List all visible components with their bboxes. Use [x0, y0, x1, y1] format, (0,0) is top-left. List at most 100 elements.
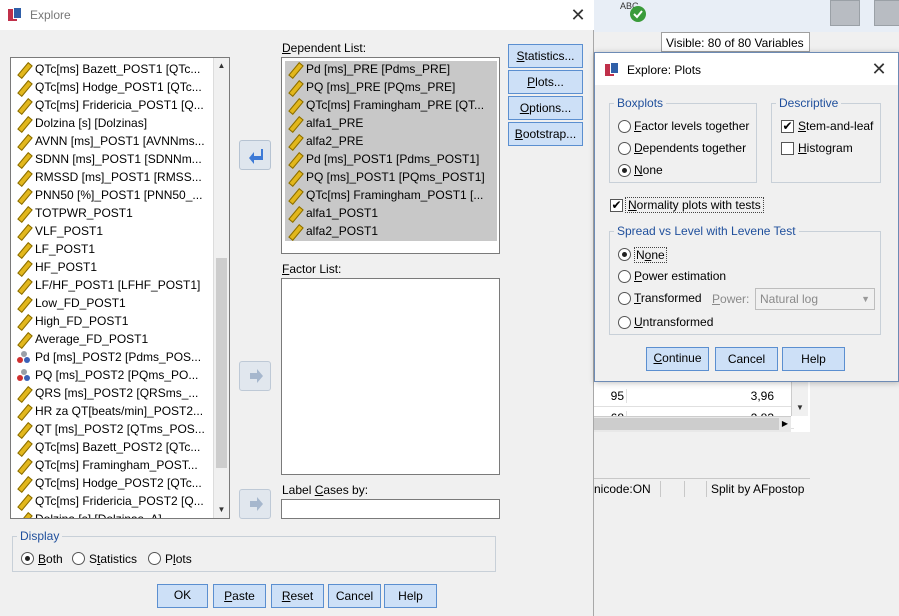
transformed-radio[interactable] [618, 292, 631, 305]
scale-ruler-icon [17, 297, 31, 309]
toolbar-button-1[interactable] [830, 0, 860, 26]
list-item-label: QTc[ms] Fridericia_POST2 [Q... [35, 494, 204, 508]
dependent-list[interactable]: Pd [ms]_PRE [Pdms_PRE] PQ [ms]_PRE [PQms_… [281, 57, 500, 254]
scale-ruler-icon [17, 225, 31, 237]
transformed-label[interactable]: Transformed [634, 291, 702, 305]
plots-cancel-button[interactable]: Cancel [715, 347, 778, 371]
bootstrap-button[interactable]: Bootstrap... [508, 122, 583, 146]
scale-ruler-icon [288, 153, 302, 165]
move-to-factor-button[interactable] [239, 361, 271, 391]
statistics-button[interactable]: Statistics... [508, 44, 583, 68]
grid-cell[interactable]: 95 [594, 389, 624, 403]
source-variable-list[interactable]: QTc[ms] Bazett_POST1 [QTc... QTc[ms] Hodg… [10, 57, 230, 519]
scale-ruler-icon [288, 171, 302, 183]
ok-button[interactable]: OK [157, 584, 208, 608]
display-statistics-radio[interactable] [72, 552, 85, 565]
plots-dialog: Explore: Plots ✕ Boxplots Factor levels … [594, 52, 899, 382]
list-item-label: RMSSD [ms]_POST1 [RMSS... [35, 170, 202, 184]
boxplot-none-radio[interactable] [618, 164, 631, 177]
spss-app-icon [8, 7, 24, 23]
scroll-right-icon[interactable]: ▶ [779, 418, 791, 430]
normality-label[interactable]: Normality plots with tests [625, 197, 764, 213]
nominal-icon [17, 369, 31, 382]
plots-button[interactable]: Plots... [508, 70, 583, 94]
boxplot-none-label[interactable]: None [634, 163, 663, 177]
list-item-label: SDNN [ms]_POST1 [SDNNm... [35, 152, 202, 166]
boxplot-dependents-radio[interactable] [618, 142, 631, 155]
scale-ruler-icon [17, 279, 31, 291]
status-divider [660, 481, 661, 497]
display-both-label[interactable]: Both [38, 552, 63, 566]
label-cases-field[interactable] [281, 499, 500, 519]
scroll-up-icon[interactable]: ▲ [214, 58, 229, 74]
toolbar-button-2[interactable] [874, 0, 899, 26]
grid-horizontal-thumb[interactable] [594, 418, 779, 430]
grid-vertical-scrollbar[interactable]: ▼ [791, 380, 808, 416]
scale-ruler-icon [17, 135, 31, 147]
histogram-label[interactable]: Histogram [798, 141, 853, 155]
factor-list[interactable] [281, 278, 500, 475]
scrollbar-thumb[interactable] [216, 258, 227, 468]
untransformed-label[interactable]: Untransformed [634, 315, 713, 329]
normality-checkbox[interactable]: ✔ [610, 199, 623, 212]
scale-ruler-icon [17, 315, 31, 327]
descriptive-group-title: Descriptive [776, 96, 842, 110]
paste-button[interactable]: Paste [213, 584, 266, 608]
power-select[interactable]: Natural log ▼ [755, 288, 875, 310]
power-estimation-label[interactable]: Power estimation [634, 269, 726, 283]
plots-help-button[interactable]: Help [782, 347, 845, 371]
list-item-label: HF_POST1 [35, 260, 98, 274]
untransformed-radio[interactable] [618, 316, 631, 329]
grid-cell[interactable]: 3,96 [626, 389, 776, 403]
scale-ruler-icon [17, 513, 31, 518]
spread-none-label[interactable]: None [634, 247, 667, 263]
nominal-icon [17, 351, 31, 364]
spellcheck-icon[interactable]: ABC [618, 0, 650, 26]
list-item-label: QRS [ms]_POST2 [QRSms_... [35, 386, 199, 400]
cancel-button[interactable]: Cancel [328, 584, 381, 608]
stem-and-leaf-checkbox[interactable]: ✔ [781, 120, 794, 133]
scroll-down-icon[interactable]: ▼ [214, 502, 229, 518]
spread-none-radio[interactable] [618, 248, 631, 261]
list-item-label: QTc[ms] Hodge_POST1 [QTc... [35, 80, 202, 94]
histogram-checkbox[interactable] [781, 142, 794, 155]
options-button[interactable]: Options... [508, 96, 583, 120]
boxplots-group-title: Boxplots [614, 96, 667, 110]
list-item-label: PQ [ms]_POST1 [PQms_POST1] [306, 170, 485, 184]
reset-button[interactable]: Reset [271, 584, 324, 608]
list-item-label: alfa2_PRE [306, 134, 364, 148]
list-item-label: alfa1_PRE [306, 116, 364, 130]
display-both-radio[interactable] [21, 552, 34, 565]
list-item-label: Low_FD_POST1 [35, 296, 126, 310]
boxplot-factor-levels-radio[interactable] [618, 120, 631, 133]
scale-ruler-icon [17, 63, 31, 75]
scale-ruler-icon [288, 207, 302, 219]
list-item-label: Dolzina [s] [Dolzinas_A] [35, 512, 162, 519]
list-item-label: AVNN [ms]_POST1 [AVNNms... [35, 134, 205, 148]
list-item-label: Dolzina [s] [Dolzinas] [35, 116, 148, 130]
move-to-dependent-button[interactable] [239, 140, 271, 170]
scroll-down-icon[interactable]: ▼ [792, 400, 808, 416]
boxplot-factor-levels-label[interactable]: Factor levels together [634, 119, 749, 133]
display-plots-radio[interactable] [148, 552, 161, 565]
unicode-status: nicode:ON [594, 482, 651, 496]
scale-ruler-icon [17, 99, 31, 111]
continue-button[interactable]: Continue [646, 347, 709, 371]
stem-and-leaf-label[interactable]: Stem-and-leaf [798, 119, 873, 133]
scale-ruler-icon [17, 261, 31, 273]
display-statistics-label[interactable]: Statistics [89, 552, 137, 566]
display-group [12, 536, 496, 572]
scale-ruler-icon [17, 423, 31, 435]
scale-ruler-icon [288, 99, 302, 111]
plots-title-bar: Explore: Plots ✕ [595, 53, 898, 85]
close-icon[interactable]: ✕ [570, 6, 586, 24]
close-icon[interactable]: ✕ [871, 60, 887, 78]
help-button[interactable]: Help [384, 584, 437, 608]
dependent-list-label: Dependent List: [282, 41, 367, 55]
table-row[interactable]: 95 3,96 [594, 385, 794, 407]
power-estimation-radio[interactable] [618, 270, 631, 283]
display-plots-label[interactable]: Plots [165, 552, 192, 566]
boxplot-dependents-label[interactable]: Dependents together [634, 141, 746, 155]
source-list-scrollbar[interactable]: ▲ ▼ [213, 58, 229, 518]
move-to-label-button[interactable] [239, 489, 271, 519]
